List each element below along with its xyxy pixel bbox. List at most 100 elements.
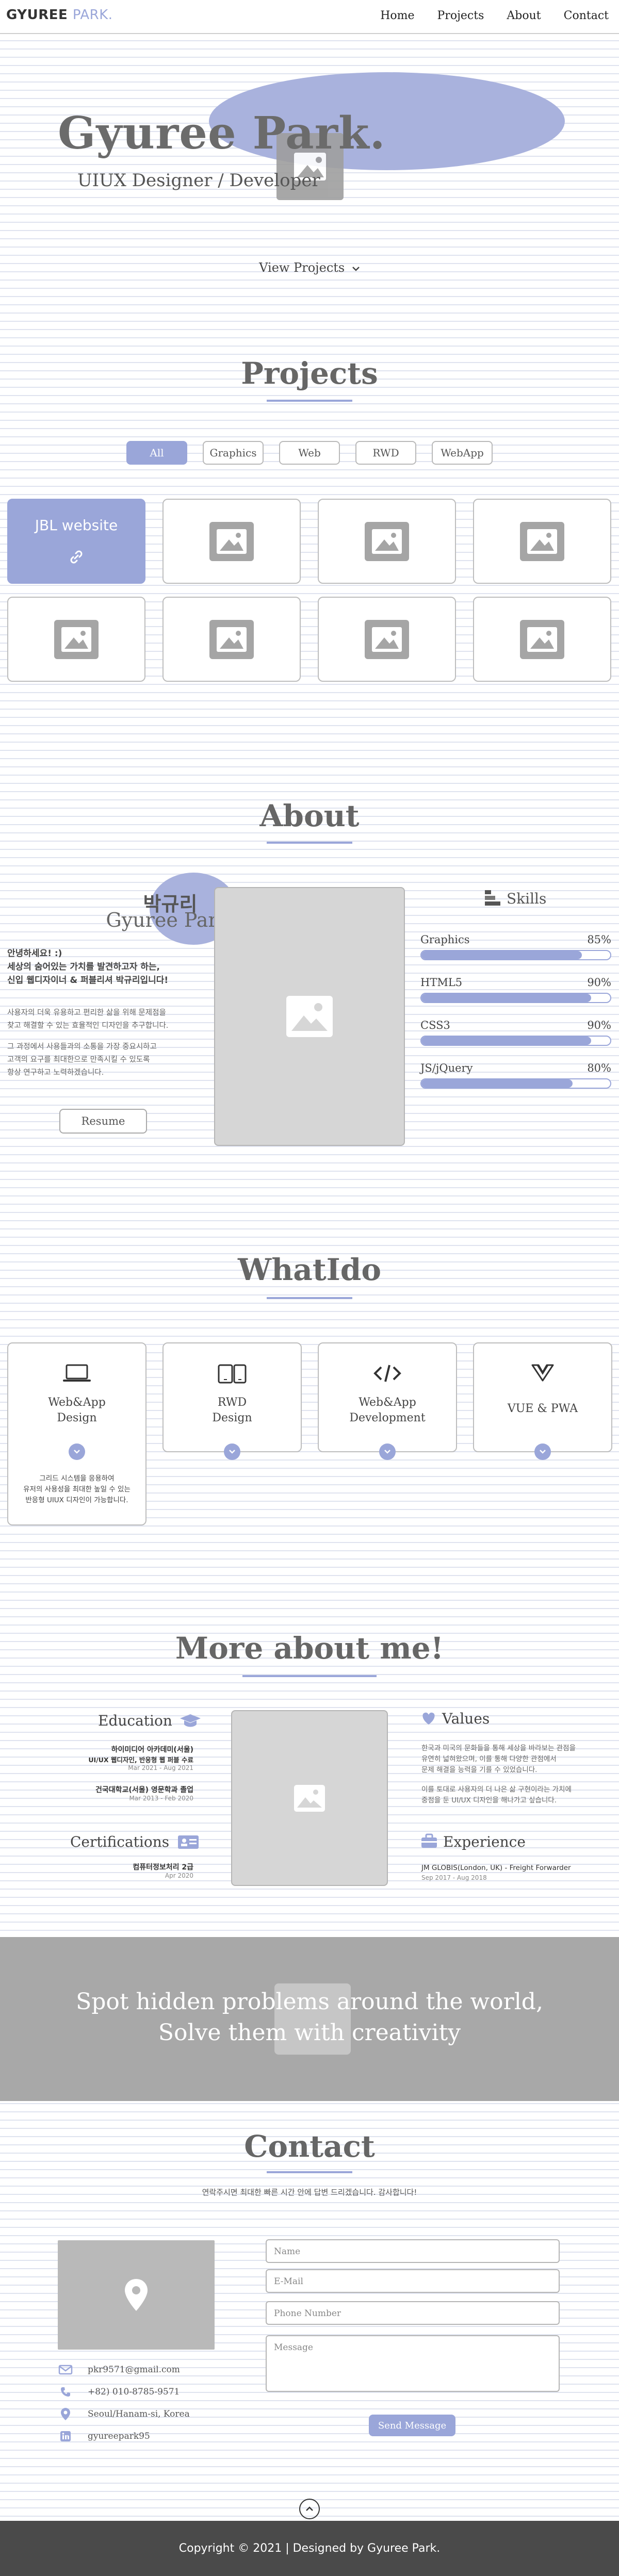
hero-role: UIUX Designer / Developer [77, 170, 320, 191]
skill-bar [420, 1036, 611, 1046]
project-card[interactable] [162, 499, 301, 584]
skill-row: CSS3 90% [420, 1019, 611, 1046]
filter-all[interactable]: All [126, 441, 187, 465]
phone-icon [61, 2387, 70, 2397]
contact-title: Contact [244, 2129, 375, 2164]
education-item-subtitle: UI/UX 웹디자인, 반응형 웹 퍼블 수료 [88, 1756, 193, 1764]
filter-web[interactable]: Web [279, 441, 340, 465]
project-card[interactable] [7, 597, 145, 682]
skill-percent: 90% [587, 1019, 611, 1031]
education-item: 하이미디어 아카데미(서울) UI/UX 웹디자인, 반응형 웹 퍼블 수료 M… [88, 1744, 193, 1771]
whatido-card-development[interactable]: Web&App Development [318, 1342, 457, 1460]
whatido-card-title: Design [57, 1412, 97, 1424]
nav-contact[interactable]: Contact [564, 9, 609, 22]
about-paragraph-2: 그 과정에서 사용들과의 소통을 가장 중요시하고 고객의 요구를 최대한으로 … [7, 1041, 157, 1079]
values-line: 유연히 넓혀왔으며, 이를 통해 다양한 관점에서 [421, 1755, 557, 1763]
project-card[interactable] [318, 597, 456, 682]
experience-title: Experience [443, 1833, 526, 1850]
skill-name: CSS3 [420, 1019, 450, 1031]
location-icon [61, 2408, 70, 2420]
contact-address-text: Seoul/Hanam-si, Korea [88, 2409, 190, 2419]
filter-graphics[interactable]: Graphics [203, 441, 264, 465]
more-about-photo-placeholder [231, 1710, 388, 1886]
scroll-top-button[interactable] [299, 2499, 320, 2519]
contact-linkedin-text[interactable]: gyureepark95 [88, 2431, 150, 2441]
mail-icon [58, 2365, 73, 2375]
contact-phone-text[interactable]: +82) 010-8785-9571 [88, 2387, 180, 2397]
nav-home[interactable]: Home [380, 9, 414, 22]
chevron-down-icon[interactable] [534, 1443, 551, 1460]
about-text-line: 그 과정에서 사용들과의 소통을 가장 중요시하고 [7, 1043, 157, 1051]
resume-button[interactable]: Resume [59, 1109, 147, 1134]
experience-heading: Experience [420, 1833, 526, 1850]
chevron-down-icon[interactable] [379, 1443, 396, 1460]
about-intro-line: 신입 웹디자이너 & 퍼블리셔 박규리입니다! [7, 975, 169, 986]
skill-row: JS/jQuery 80% [420, 1062, 611, 1089]
site-footer: Copyright © 2021 | Designed by Gyuree Pa… [0, 2521, 619, 2576]
about-intro-line: 세상의 숨어있는 가치를 발견하고자 하는, [7, 962, 160, 972]
values-line: 이를 토대로 사용자의 더 나은 삶 구현이라는 가치에 [421, 1785, 572, 1794]
about-title-underline [267, 842, 352, 844]
whatido-title: WhatIdo [237, 1252, 382, 1287]
about-intro-line: 안녕하세요! :) [7, 948, 62, 959]
contact-title-underline [267, 2171, 352, 2173]
filter-webapp[interactable]: WebApp [432, 441, 493, 465]
whatido-card-vue[interactable]: VUE & PWA [473, 1342, 612, 1460]
project-card[interactable] [473, 499, 611, 584]
nav-projects[interactable]: Projects [437, 9, 484, 22]
map-pin-icon [125, 2279, 148, 2311]
about-intro: 안녕하세요! :) 세상의 숨어있는 가치를 발견하고자 하는, 신입 웹디자이… [7, 947, 168, 987]
chevron-down-icon[interactable] [224, 1443, 240, 1460]
experience-item: JM GLOBIS(London, UK) - Freight Forwarde… [421, 1863, 571, 1882]
footer-copyright: Copyright © 2021 | Designed by Gyuree Pa… [178, 2542, 441, 2555]
values-heading: Values [420, 1710, 490, 1727]
phone-input[interactable]: Phone Number [266, 2301, 560, 2325]
name-input[interactable]: Name [266, 2239, 560, 2263]
whatido-card-design[interactable]: Web&App Design 그리드 시스템을 응용하여 유저의 사용성을 최대… [7, 1342, 146, 1525]
heart-icon [422, 1712, 435, 1725]
whatido-card-rwd[interactable]: RWD Design [162, 1342, 302, 1460]
certification-item: 컴퓨터정보처리 2급 Apr 2020 [133, 1862, 193, 1879]
send-message-button[interactable]: Send Message [369, 2415, 455, 2436]
code-icon [373, 1365, 401, 1382]
project-filters: All Graphics Web RWD WebApp [0, 441, 619, 465]
chevron-down-icon [352, 267, 360, 271]
project-card[interactable] [162, 597, 301, 682]
email-input[interactable]: E-Mail [266, 2269, 560, 2293]
contact-email-text[interactable]: pkr9571@gmail.com [88, 2365, 180, 2375]
nav-about[interactable]: About [507, 9, 541, 22]
experience-item-date: Sep 2017 - Aug 2018 [421, 1874, 487, 1881]
experience-item-title: JM GLOBIS(London, UK) - Freight Forwarde… [421, 1864, 571, 1872]
project-card-title: JBL website [35, 517, 118, 534]
message-textarea[interactable]: Message [266, 2335, 560, 2392]
certificate-icon [178, 1835, 199, 1849]
hero-name: Gyuree Park. [58, 107, 386, 159]
view-projects-link[interactable]: View Projects [0, 260, 619, 275]
logo-accent: PARK. [72, 7, 113, 23]
projects-title-underline [267, 400, 352, 402]
skill-percent: 80% [587, 1062, 611, 1074]
whatido-desc-line: 반응형 UIUX 디자인이 가능합니다. [25, 1496, 128, 1504]
whatido-desc-line: 유저의 사용성을 최대한 높일 수 있는 [23, 1485, 131, 1494]
values-paragraph-2: 이를 토대로 사용자의 더 나은 삶 구현이라는 가치에 중점을 둔 UI/UX… [421, 1784, 572, 1806]
project-card[interactable] [318, 499, 456, 584]
about-text-line: 항상 연구하고 노력하겠습니다. [7, 1069, 104, 1077]
skill-fill [421, 951, 582, 959]
projects-title: Projects [241, 356, 378, 391]
chevron-up-icon [306, 2506, 313, 2511]
briefcase-icon [421, 1833, 437, 1848]
whatido-card-title: Design [212, 1412, 252, 1424]
linkedin-icon [60, 2431, 71, 2441]
skills-title: Skills [507, 890, 547, 907]
project-card[interactable] [473, 597, 611, 682]
values-paragraph-1: 한국과 미국의 문화들을 통해 세상을 바라보는 관점을 유연히 넓혀왔으며, … [421, 1743, 576, 1776]
project-card-jbl[interactable]: JBL website [7, 499, 145, 584]
education-item: 건국대학교(서울) 영문학과 졸업 Mar 2013 - Feb 2020 [95, 1784, 193, 1802]
about-text-line: 고객의 요구를 최대한으로 만족시킬 수 있도록 [7, 1056, 150, 1064]
about-photo-placeholder [214, 887, 405, 1146]
site-logo[interactable]: GYUREE PARK. [6, 7, 113, 23]
chevron-down-icon[interactable] [69, 1443, 85, 1460]
filter-rwd[interactable]: RWD [355, 441, 416, 465]
about-title: About [259, 798, 360, 833]
contact-linkedin: gyureepark95 [58, 2431, 150, 2442]
